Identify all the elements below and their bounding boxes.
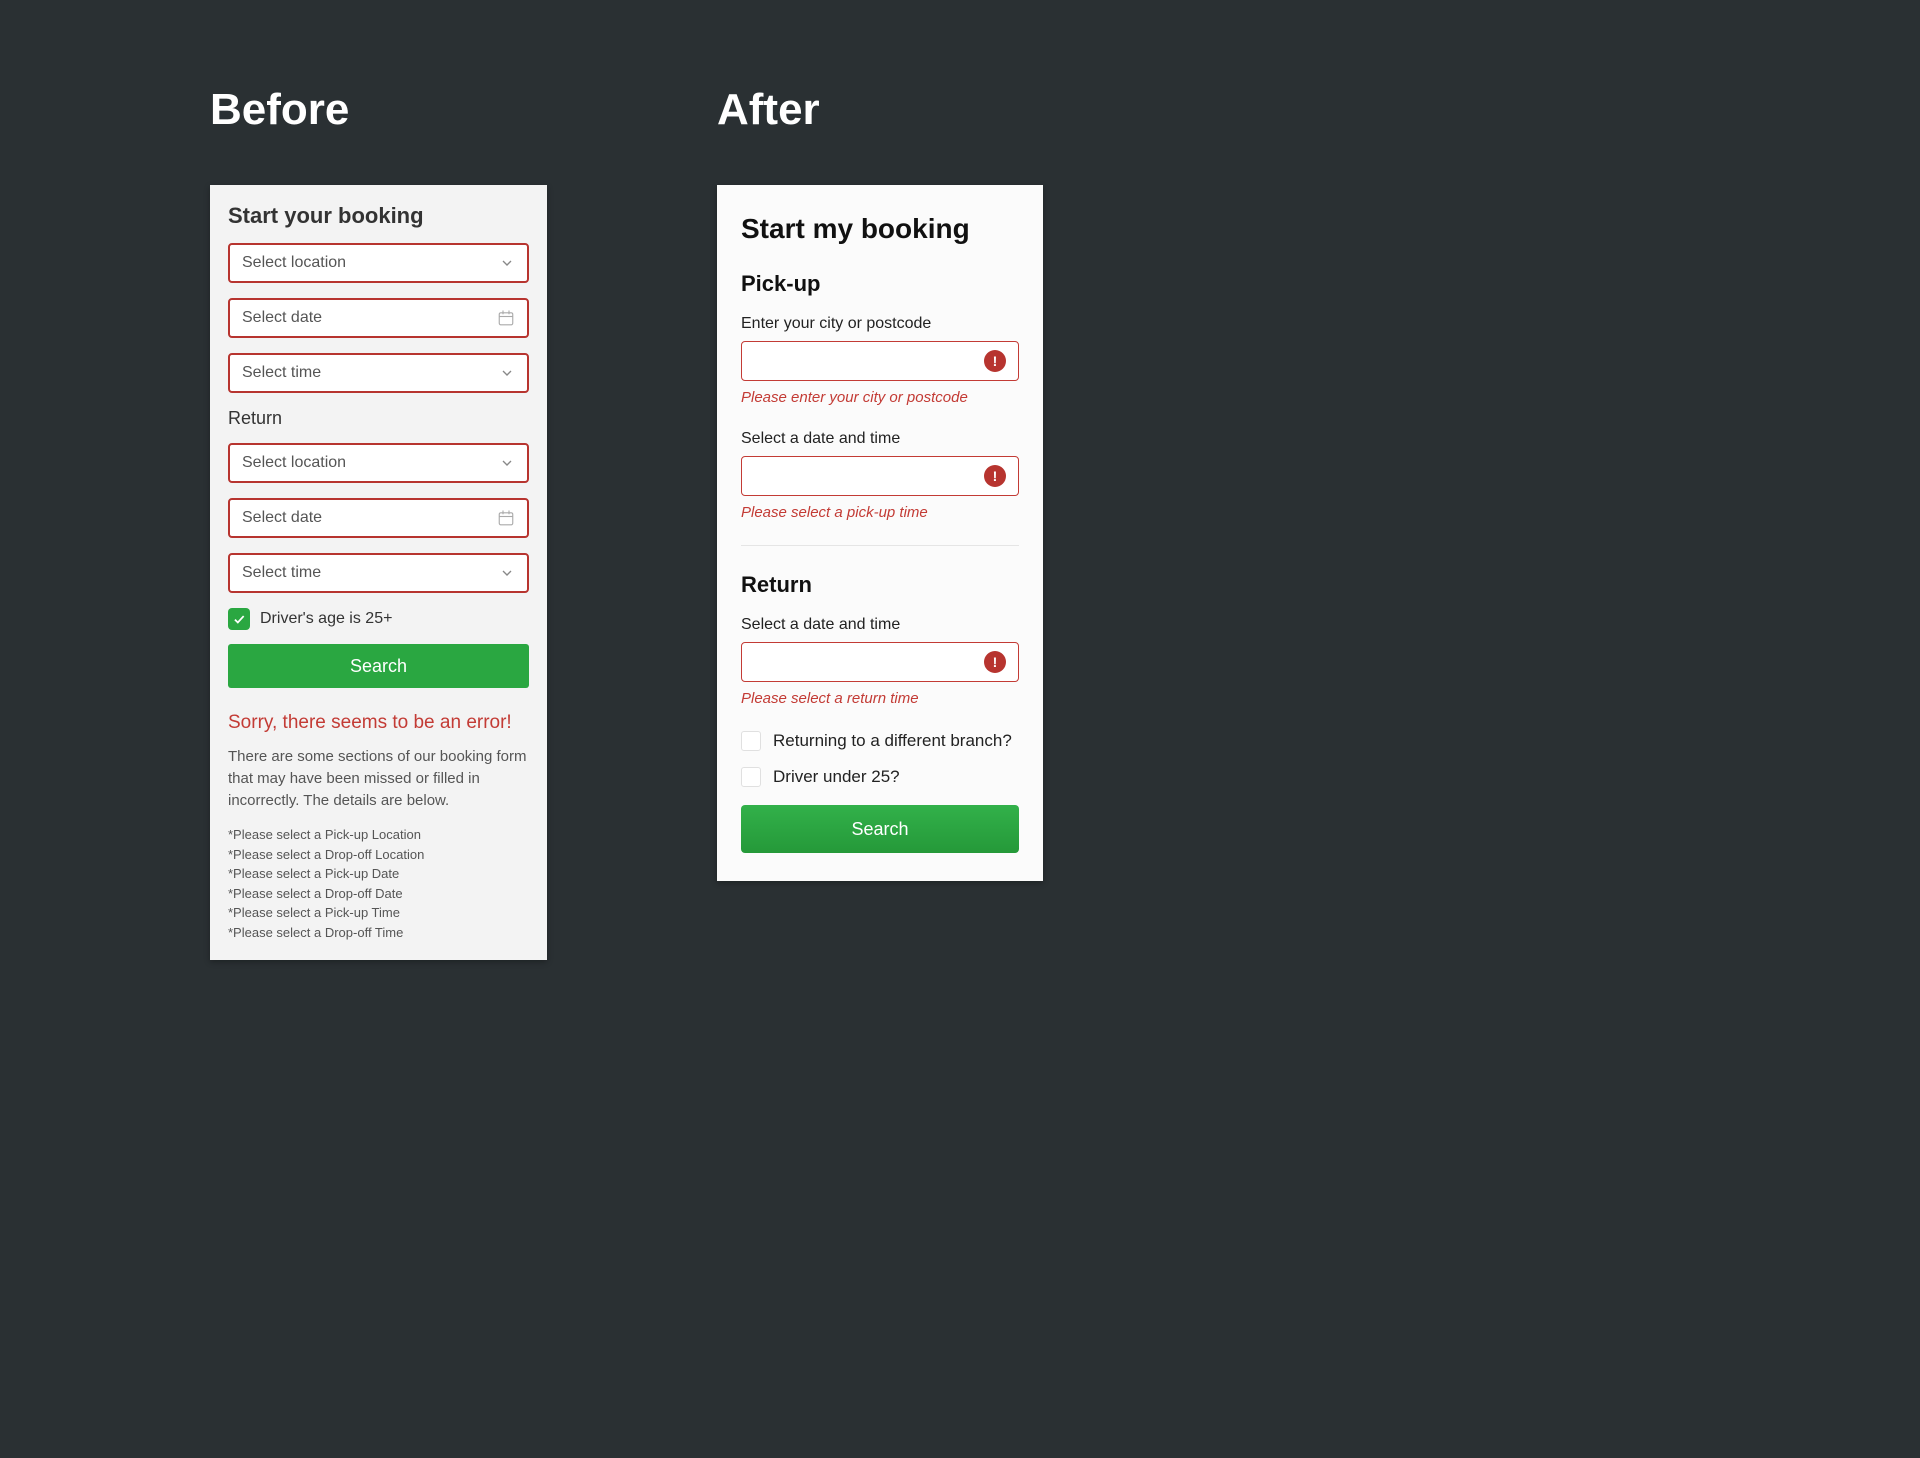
city-input[interactable]: ! (741, 341, 1019, 381)
pickup-time-placeholder: Select time (242, 364, 499, 382)
after-heading: After (717, 85, 1043, 135)
error-item: *Please select a Pick-up Date (228, 864, 529, 884)
error-body: There are some sections of our booking f… (228, 746, 529, 811)
search-button[interactable]: Search (741, 805, 1019, 853)
city-error-message: Please enter your city or postcode (741, 389, 1019, 406)
before-card: Start your booking Select location Selec… (210, 185, 547, 960)
under-25-checkbox[interactable] (741, 767, 761, 787)
chevron-down-icon (499, 365, 515, 381)
pickup-time-select[interactable]: Select time (228, 353, 529, 393)
pickup-location-select[interactable]: Select location (228, 243, 529, 283)
error-item: *Please select a Drop-off Location (228, 845, 529, 865)
return-time-select[interactable]: Select time (228, 553, 529, 593)
error-heading: Sorry, there seems to be an error! (228, 712, 529, 734)
return-location-select[interactable]: Select location (228, 443, 529, 483)
return-location-placeholder: Select location (242, 454, 499, 472)
return-time-placeholder: Select time (242, 564, 499, 582)
driver-age-label: Driver's age is 25+ (260, 610, 392, 628)
search-button-label: Search (350, 656, 407, 677)
different-branch-label: Returning to a different branch? (773, 731, 1012, 751)
pickup-datetime-input[interactable]: ! (741, 456, 1019, 496)
after-form-title: Start my booking (741, 213, 1019, 245)
before-heading: Before (210, 85, 547, 135)
calendar-icon (497, 509, 515, 527)
different-branch-checkbox[interactable] (741, 731, 761, 751)
chevron-down-icon (499, 255, 515, 271)
error-item: *Please select a Pick-up Time (228, 903, 529, 923)
error-badge-icon: ! (984, 465, 1006, 487)
chevron-down-icon (499, 565, 515, 581)
check-icon (232, 612, 246, 626)
return-datetime-label: Select a date and time (741, 616, 1019, 634)
error-item: *Please select a Drop-off Time (228, 923, 529, 943)
pickup-date-select[interactable]: Select date (228, 298, 529, 338)
pickup-location-placeholder: Select location (242, 254, 499, 272)
return-time-error-message: Please select a return time (741, 690, 1019, 707)
error-badge-icon: ! (984, 651, 1006, 673)
error-item: *Please select a Drop-off Date (228, 884, 529, 904)
calendar-icon (497, 309, 515, 327)
error-item: *Please select a Pick-up Location (228, 825, 529, 845)
return-heading: Return (741, 572, 1019, 598)
pickup-heading: Pick-up (741, 271, 1019, 297)
before-form-title: Start your booking (228, 203, 529, 229)
chevron-down-icon (499, 455, 515, 471)
driver-age-checkbox[interactable] (228, 608, 250, 630)
pickup-time-error-message: Please select a pick-up time (741, 504, 1019, 521)
return-section-label: Return (228, 408, 529, 429)
under-25-label: Driver under 25? (773, 767, 900, 787)
after-card: Start my booking Pick-up Enter your city… (717, 185, 1043, 881)
return-date-placeholder: Select date (242, 509, 497, 527)
pickup-date-placeholder: Select date (242, 309, 497, 327)
error-list: *Please select a Pick-up Location *Pleas… (228, 825, 529, 942)
search-button[interactable]: Search (228, 644, 529, 688)
section-divider (741, 545, 1019, 546)
error-badge-icon: ! (984, 350, 1006, 372)
search-button-label: Search (851, 819, 908, 840)
return-datetime-input[interactable]: ! (741, 642, 1019, 682)
return-date-select[interactable]: Select date (228, 498, 529, 538)
pickup-datetime-label: Select a date and time (741, 430, 1019, 448)
city-field-label: Enter your city or postcode (741, 315, 1019, 333)
